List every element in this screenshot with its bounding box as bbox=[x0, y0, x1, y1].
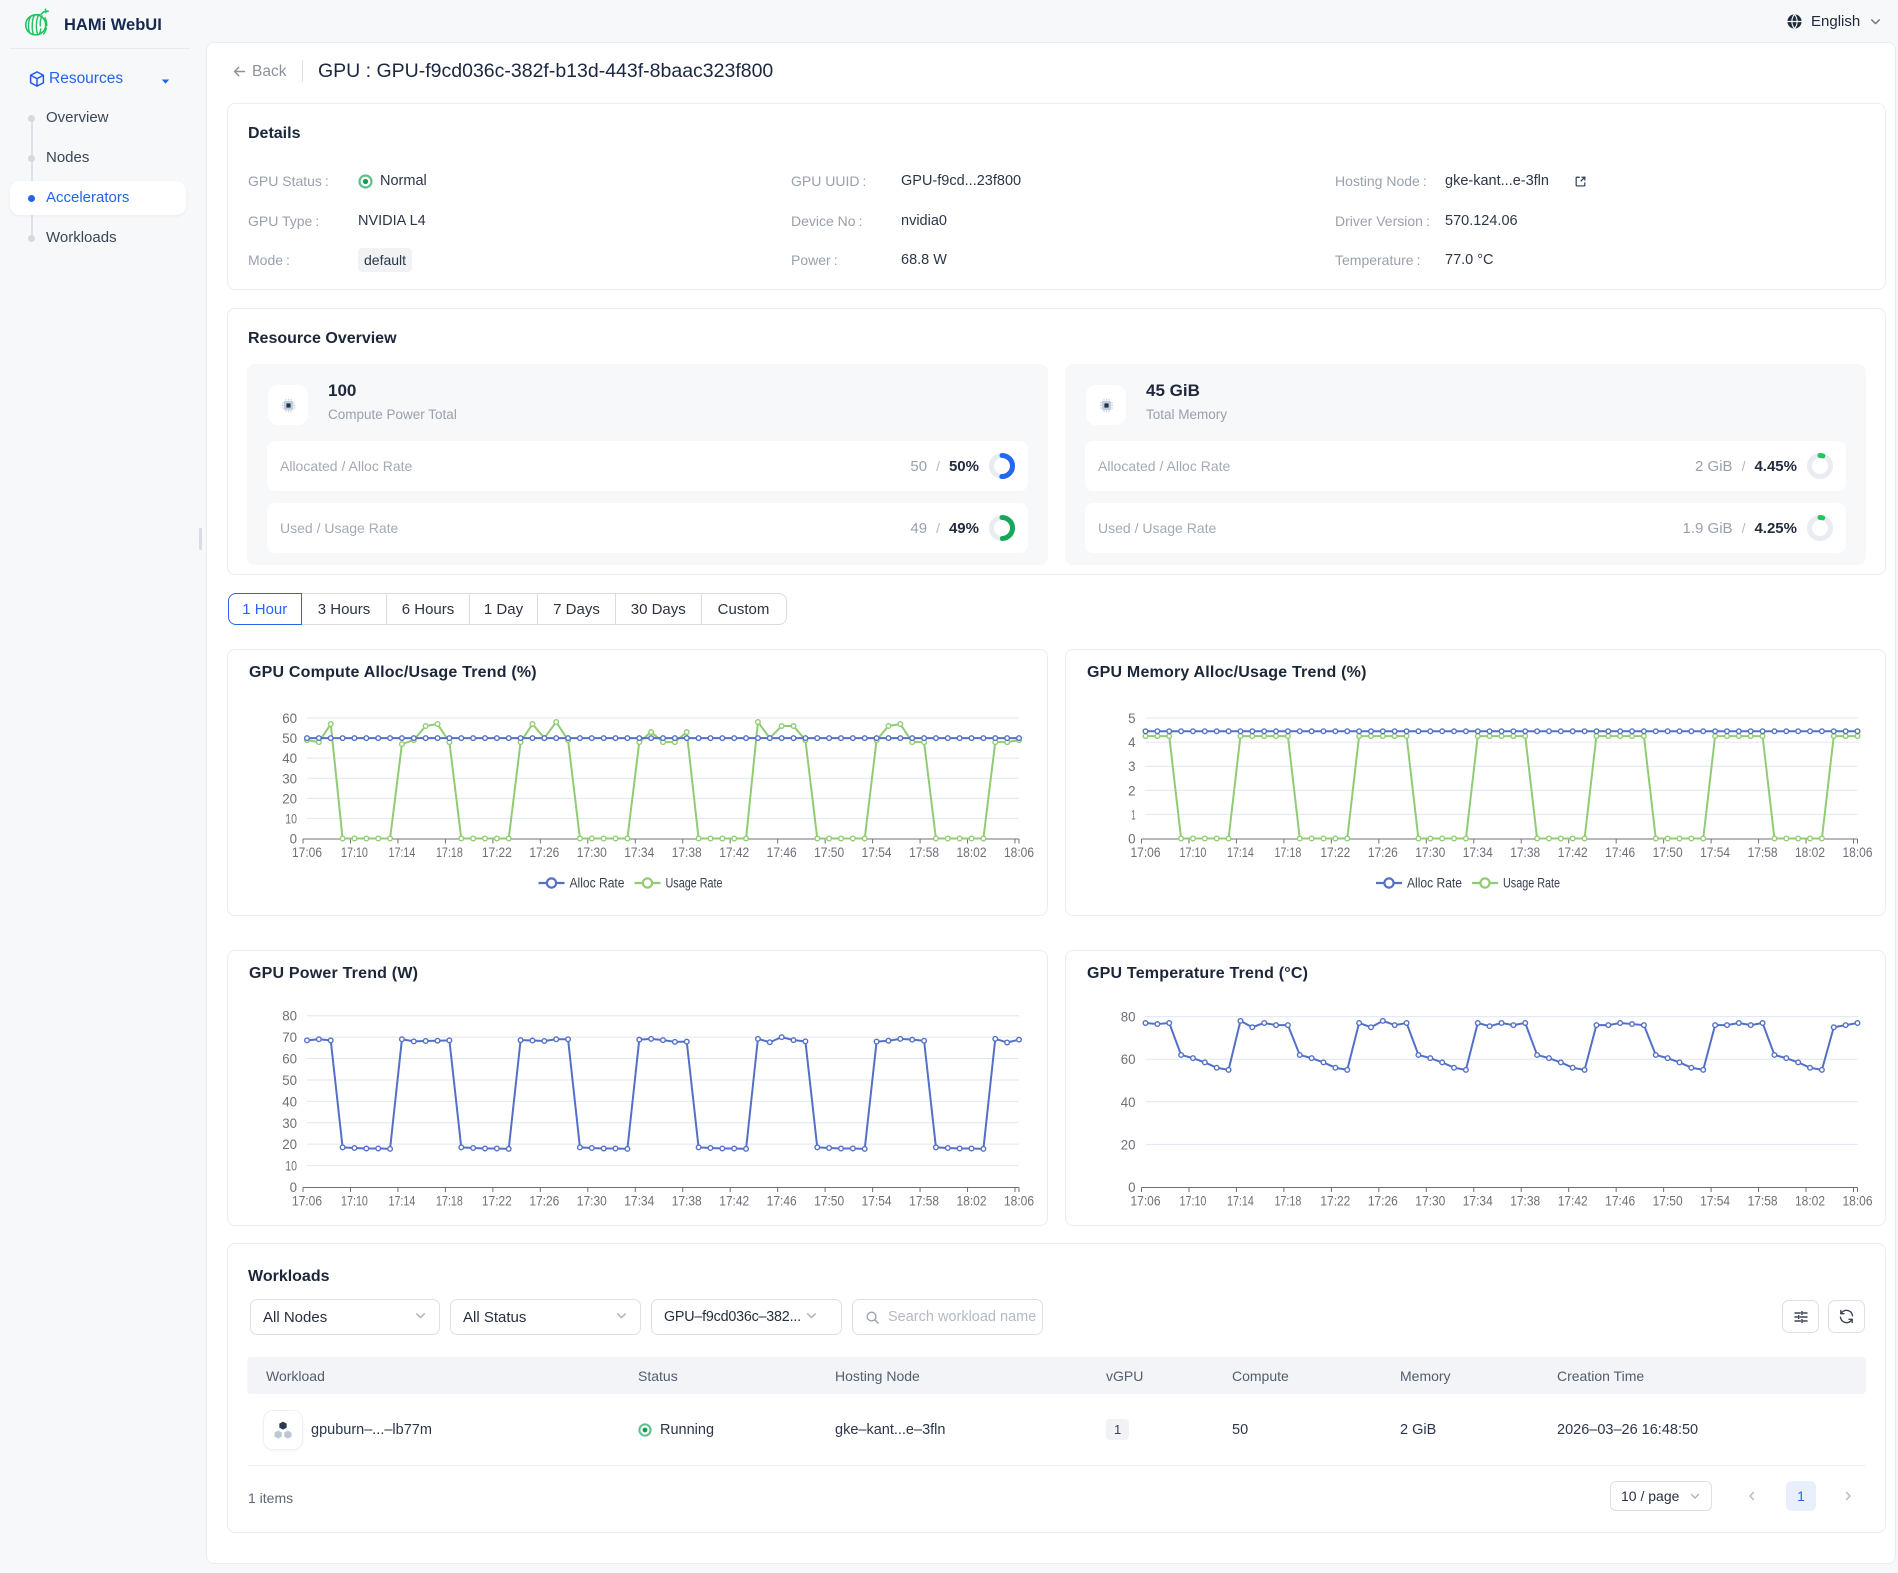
svg-text:Usage Rate: Usage Rate bbox=[666, 876, 723, 891]
svg-text:17:46: 17:46 bbox=[1605, 1193, 1635, 1209]
svg-text:60: 60 bbox=[282, 710, 297, 726]
svg-text:17:22: 17:22 bbox=[482, 1193, 512, 1209]
svg-text:18:06: 18:06 bbox=[1004, 1193, 1034, 1209]
svg-text:17:34: 17:34 bbox=[1463, 1193, 1493, 1209]
svg-text:17:38: 17:38 bbox=[1510, 844, 1540, 860]
svg-text:17:50: 17:50 bbox=[1653, 1193, 1683, 1209]
svg-text:17:22: 17:22 bbox=[1320, 844, 1350, 860]
svg-text:17:54: 17:54 bbox=[862, 844, 892, 860]
svg-text:50: 50 bbox=[282, 1072, 297, 1088]
svg-text:17:06: 17:06 bbox=[292, 844, 322, 860]
svg-text:60: 60 bbox=[1121, 1051, 1136, 1067]
svg-text:17:46: 17:46 bbox=[1605, 844, 1635, 860]
svg-text:17:50: 17:50 bbox=[814, 1193, 844, 1209]
svg-text:17:22: 17:22 bbox=[482, 844, 512, 860]
svg-text:17:26: 17:26 bbox=[529, 1193, 559, 1209]
svg-text:17:06: 17:06 bbox=[1131, 844, 1161, 860]
svg-text:17:30: 17:30 bbox=[577, 844, 607, 860]
svg-text:17:34: 17:34 bbox=[624, 844, 654, 860]
svg-text:17:22: 17:22 bbox=[1320, 1193, 1350, 1209]
svg-text:18:06: 18:06 bbox=[1004, 844, 1034, 860]
svg-text:17:42: 17:42 bbox=[719, 1193, 749, 1209]
svg-text:17:58: 17:58 bbox=[1748, 1193, 1778, 1209]
svg-text:17:14: 17:14 bbox=[1227, 1193, 1254, 1209]
svg-text:18:06: 18:06 bbox=[1843, 1193, 1873, 1209]
svg-text:17:10: 17:10 bbox=[1180, 844, 1207, 860]
svg-text:17:50: 17:50 bbox=[814, 844, 844, 860]
svg-text:18:02: 18:02 bbox=[957, 1193, 987, 1209]
svg-text:17:58: 17:58 bbox=[1748, 844, 1778, 860]
svg-text:17:46: 17:46 bbox=[767, 844, 797, 860]
svg-text:40: 40 bbox=[282, 750, 297, 766]
svg-text:17:18: 17:18 bbox=[1274, 1193, 1301, 1209]
svg-text:80: 80 bbox=[1121, 1009, 1136, 1025]
svg-text:17:14: 17:14 bbox=[388, 1193, 415, 1209]
svg-text:Usage Rate: Usage Rate bbox=[1503, 876, 1560, 891]
svg-text:17:58: 17:58 bbox=[909, 844, 939, 860]
svg-text:17:10: 17:10 bbox=[1180, 1193, 1207, 1209]
svg-text:17:42: 17:42 bbox=[719, 844, 749, 860]
svg-text:3: 3 bbox=[1128, 758, 1136, 774]
svg-text:17:38: 17:38 bbox=[672, 844, 702, 860]
svg-text:17:38: 17:38 bbox=[672, 1193, 702, 1209]
svg-text:17:30: 17:30 bbox=[1415, 844, 1445, 860]
svg-text:18:02: 18:02 bbox=[1795, 844, 1825, 860]
svg-text:17:18: 17:18 bbox=[1274, 844, 1301, 860]
svg-text:17:54: 17:54 bbox=[1700, 844, 1730, 860]
svg-text:17:26: 17:26 bbox=[1368, 1193, 1398, 1209]
svg-text:17:18: 17:18 bbox=[436, 844, 463, 860]
svg-text:Alloc Rate: Alloc Rate bbox=[570, 876, 625, 891]
svg-text:1: 1 bbox=[1131, 806, 1135, 822]
svg-text:Alloc Rate: Alloc Rate bbox=[1407, 876, 1462, 891]
svg-text:20: 20 bbox=[282, 790, 297, 806]
svg-text:17:38: 17:38 bbox=[1510, 1193, 1540, 1209]
svg-text:80: 80 bbox=[282, 1008, 297, 1024]
svg-text:17:30: 17:30 bbox=[1415, 1193, 1445, 1209]
svg-text:17:14: 17:14 bbox=[388, 844, 415, 860]
svg-text:10: 10 bbox=[285, 810, 297, 826]
svg-text:5: 5 bbox=[1128, 710, 1136, 726]
svg-text:40: 40 bbox=[282, 1093, 297, 1109]
svg-text:17:46: 17:46 bbox=[767, 1193, 797, 1209]
svg-text:20: 20 bbox=[282, 1136, 297, 1152]
svg-text:17:34: 17:34 bbox=[624, 1193, 654, 1209]
svg-text:17:18: 17:18 bbox=[436, 1193, 463, 1209]
svg-text:17:50: 17:50 bbox=[1653, 844, 1683, 860]
svg-text:30: 30 bbox=[282, 1115, 297, 1131]
svg-text:17:58: 17:58 bbox=[909, 1193, 939, 1209]
svg-text:10: 10 bbox=[285, 1158, 297, 1174]
svg-text:60: 60 bbox=[282, 1051, 297, 1067]
svg-text:20: 20 bbox=[1121, 1136, 1136, 1152]
svg-text:17:34: 17:34 bbox=[1463, 844, 1493, 860]
svg-text:17:26: 17:26 bbox=[1368, 844, 1398, 860]
svg-text:18:06: 18:06 bbox=[1843, 844, 1873, 860]
svg-text:17:26: 17:26 bbox=[529, 844, 559, 860]
svg-text:70: 70 bbox=[282, 1029, 297, 1045]
svg-text:17:30: 17:30 bbox=[577, 1193, 607, 1209]
svg-text:50: 50 bbox=[282, 730, 297, 746]
svg-text:4: 4 bbox=[1128, 734, 1136, 750]
svg-text:18:02: 18:02 bbox=[957, 844, 987, 860]
svg-text:2: 2 bbox=[1128, 782, 1136, 798]
svg-text:17:54: 17:54 bbox=[862, 1193, 892, 1209]
svg-text:17:06: 17:06 bbox=[292, 1193, 322, 1209]
svg-text:17:06: 17:06 bbox=[1131, 1193, 1161, 1209]
svg-text:40: 40 bbox=[1121, 1094, 1136, 1110]
svg-text:30: 30 bbox=[282, 770, 297, 786]
svg-text:17:10: 17:10 bbox=[341, 844, 368, 860]
svg-text:17:54: 17:54 bbox=[1700, 1193, 1730, 1209]
svg-text:17:42: 17:42 bbox=[1558, 1193, 1588, 1209]
svg-text:17:42: 17:42 bbox=[1558, 844, 1588, 860]
svg-text:17:10: 17:10 bbox=[341, 1193, 368, 1209]
svg-text:17:14: 17:14 bbox=[1227, 844, 1254, 860]
svg-text:18:02: 18:02 bbox=[1795, 1193, 1825, 1209]
